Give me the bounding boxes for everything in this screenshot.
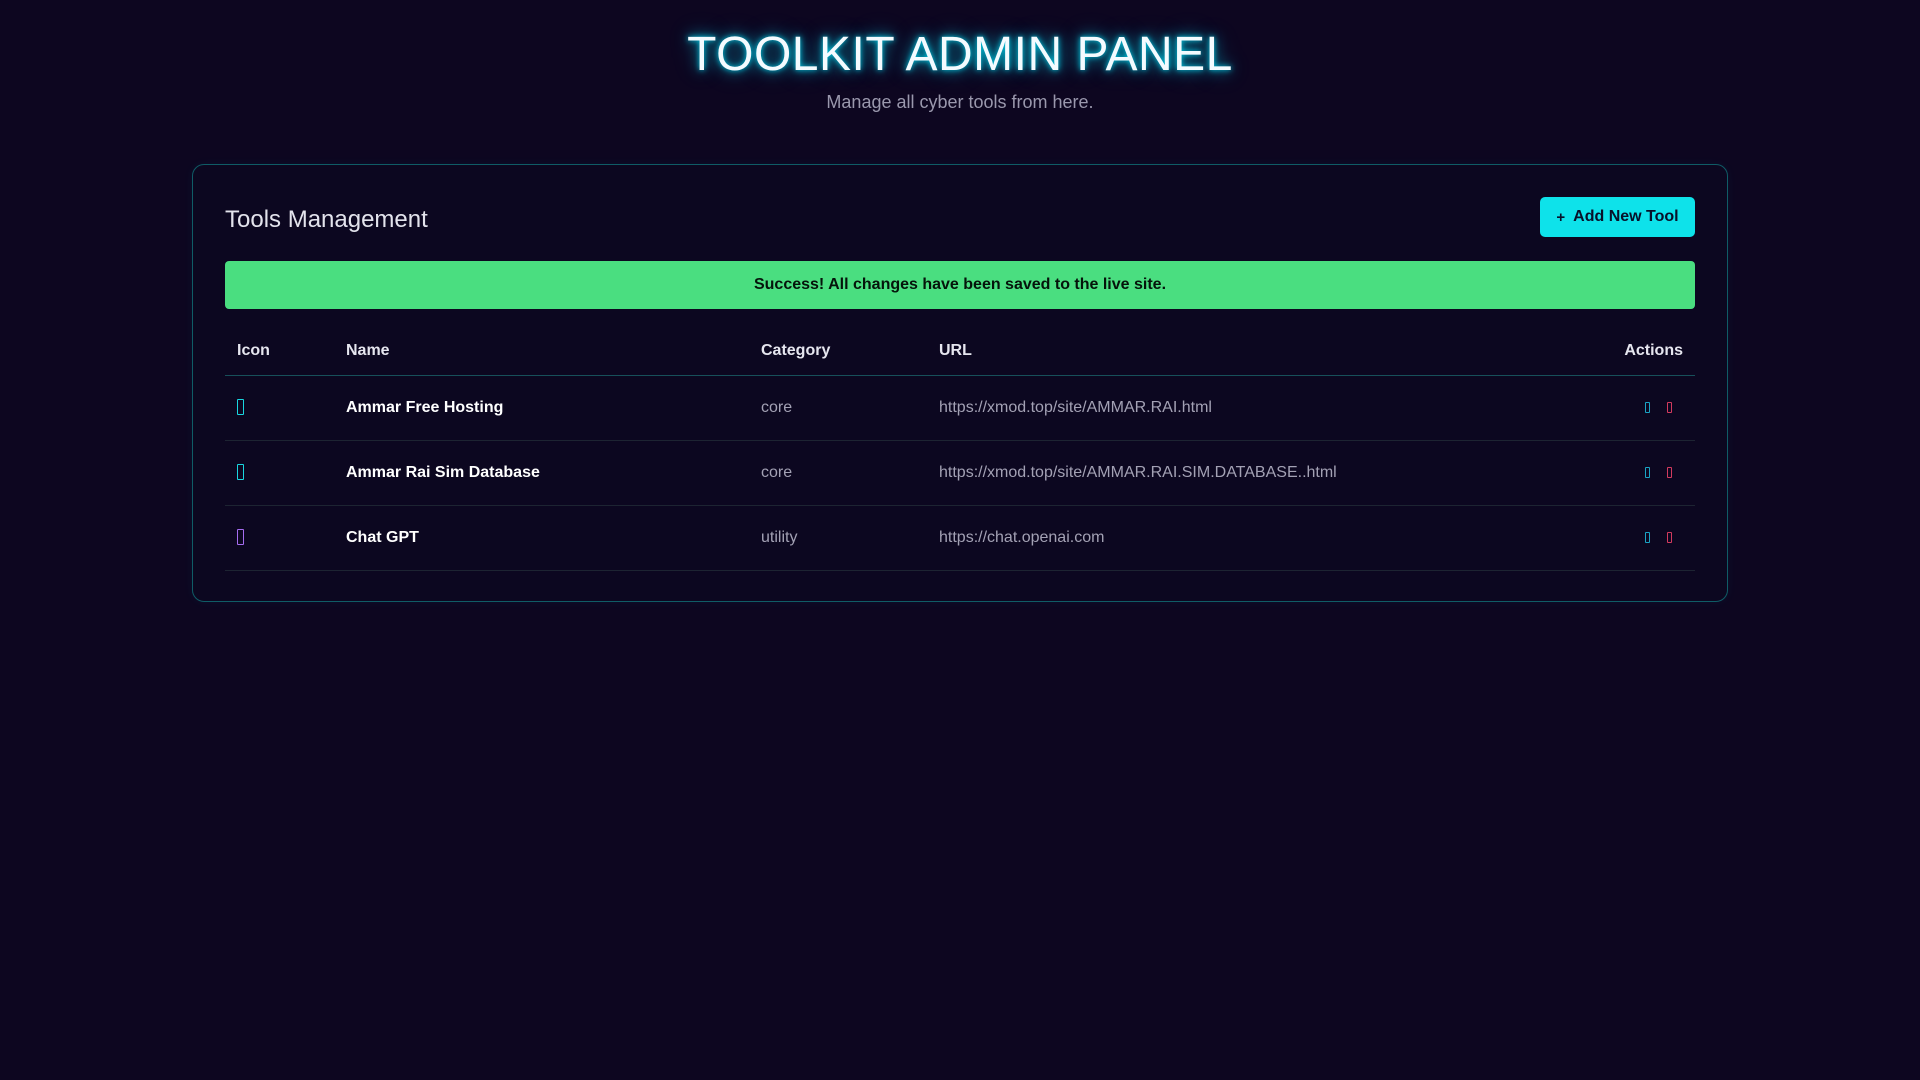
tool-name: Ammar Free Hosting xyxy=(334,375,749,441)
table-header-row: Icon Name Category URL Actions xyxy=(225,327,1695,376)
table-row: Ammar Rai Sim Database core https://xmod… xyxy=(225,440,1695,506)
column-header-category: Category xyxy=(749,327,927,376)
column-header-actions: Actions xyxy=(1487,327,1695,376)
tool-icon xyxy=(237,464,244,481)
success-alert: Success! All changes have been saved to … xyxy=(225,261,1695,309)
delete-icon[interactable] xyxy=(1667,532,1672,543)
table-row: Chat GPT utility https://chat.openai.com xyxy=(225,505,1695,571)
plus-icon: + xyxy=(1556,208,1566,226)
tool-url: https://xmod.top/site/AMMAR.RAI.html xyxy=(927,375,1487,441)
tool-category: core xyxy=(749,440,927,506)
panel-title: Tools Management xyxy=(225,206,428,233)
add-new-tool-label: Add New Tool xyxy=(1573,208,1679,225)
icon-cell xyxy=(225,375,334,441)
page-title: TOOLKIT ADMIN PANEL xyxy=(687,28,1233,81)
icon-cell xyxy=(225,505,334,571)
edit-icon[interactable] xyxy=(1645,532,1650,543)
tool-url: https://chat.openai.com xyxy=(927,505,1487,571)
tool-category: utility xyxy=(749,505,927,571)
tool-name: Ammar Rai Sim Database xyxy=(334,440,749,506)
table-row: Ammar Free Hosting core https://xmod.top… xyxy=(225,375,1695,441)
tools-table: Icon Name Category URL Actions Ammar Fre… xyxy=(225,327,1695,571)
delete-icon[interactable] xyxy=(1667,402,1672,413)
edit-icon[interactable] xyxy=(1645,402,1650,413)
tool-category: core xyxy=(749,375,927,441)
column-header-name: Name xyxy=(334,327,749,376)
delete-icon[interactable] xyxy=(1667,467,1672,478)
add-new-tool-button[interactable]: + Add New Tool xyxy=(1540,197,1695,237)
actions-cell xyxy=(1487,505,1695,571)
tools-panel: Tools Management + Add New Tool Success!… xyxy=(192,164,1728,602)
tool-url: https://xmod.top/site/AMMAR.RAI.SIM.DATA… xyxy=(927,440,1487,506)
icon-cell xyxy=(225,440,334,506)
column-header-icon: Icon xyxy=(225,327,334,376)
column-header-url: URL xyxy=(927,327,1487,376)
actions-cell xyxy=(1487,375,1695,441)
tool-icon xyxy=(237,529,244,546)
tool-icon xyxy=(237,399,244,416)
edit-icon[interactable] xyxy=(1645,467,1650,478)
page-subtitle: Manage all cyber tools from here. xyxy=(826,92,1094,112)
actions-cell xyxy=(1487,440,1695,506)
tool-name: Chat GPT xyxy=(334,505,749,571)
